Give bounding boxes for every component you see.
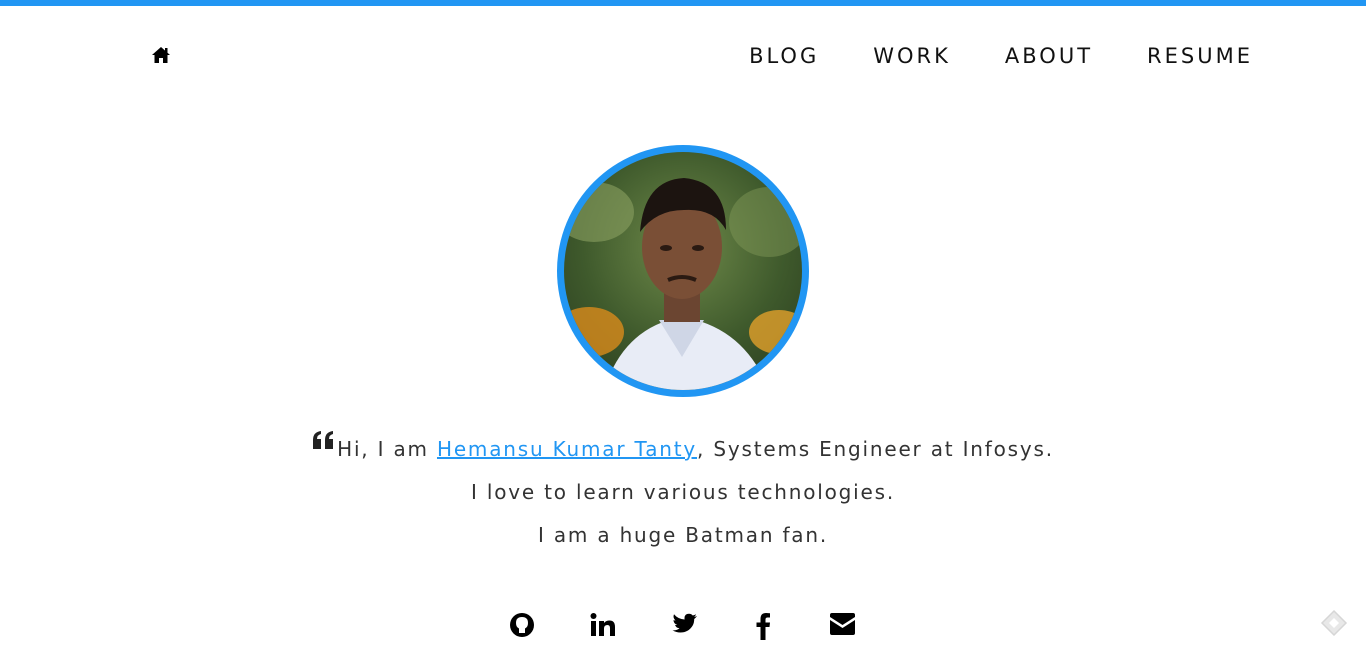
twitter-icon (672, 613, 697, 633)
home-icon (152, 47, 170, 63)
github-link[interactable] (509, 612, 535, 642)
intro-line-3: I am a huge Batman fan. (538, 523, 828, 547)
nav-links: BLOG WORK ABOUT RESUME (695, 38, 1253, 74)
intro-line-2: I love to learn various technologies. (470, 480, 896, 504)
top-accent-bar (0, 0, 1366, 6)
avatar-photo (564, 152, 802, 390)
home-link[interactable] (151, 46, 171, 64)
feedback-icon[interactable] (1320, 609, 1348, 637)
twitter-link[interactable] (672, 612, 698, 642)
facebook-icon (756, 613, 770, 640)
nav-link-work[interactable]: WORK (873, 44, 951, 68)
github-icon (510, 613, 534, 637)
top-nav: BLOG WORK ABOUT RESUME (0, 38, 1366, 74)
quote-icon (313, 431, 334, 449)
linkedin-icon (590, 613, 615, 636)
social-links (0, 612, 1366, 644)
intro-line-1: Hi, I am Hemansu Kumar Tanty, Systems En… (0, 428, 1366, 471)
intro-prefix: Hi, I am (337, 437, 437, 461)
avatar (564, 152, 802, 390)
nav-link-about[interactable]: ABOUT (1005, 44, 1093, 68)
intro-text: Hi, I am Hemansu Kumar Tanty, Systems En… (0, 428, 1366, 557)
intro-suffix: , Systems Engineer at Infosys. (697, 437, 1054, 461)
linkedin-link[interactable] (590, 612, 616, 642)
nav-link-blog[interactable]: BLOG (749, 44, 819, 68)
avatar-ring (557, 145, 809, 397)
name-link[interactable]: Hemansu Kumar Tanty (437, 437, 697, 461)
nav-link-resume[interactable]: RESUME (1147, 44, 1253, 68)
email-link[interactable] (828, 612, 857, 642)
email-icon (830, 613, 855, 635)
facebook-link[interactable] (755, 612, 771, 642)
